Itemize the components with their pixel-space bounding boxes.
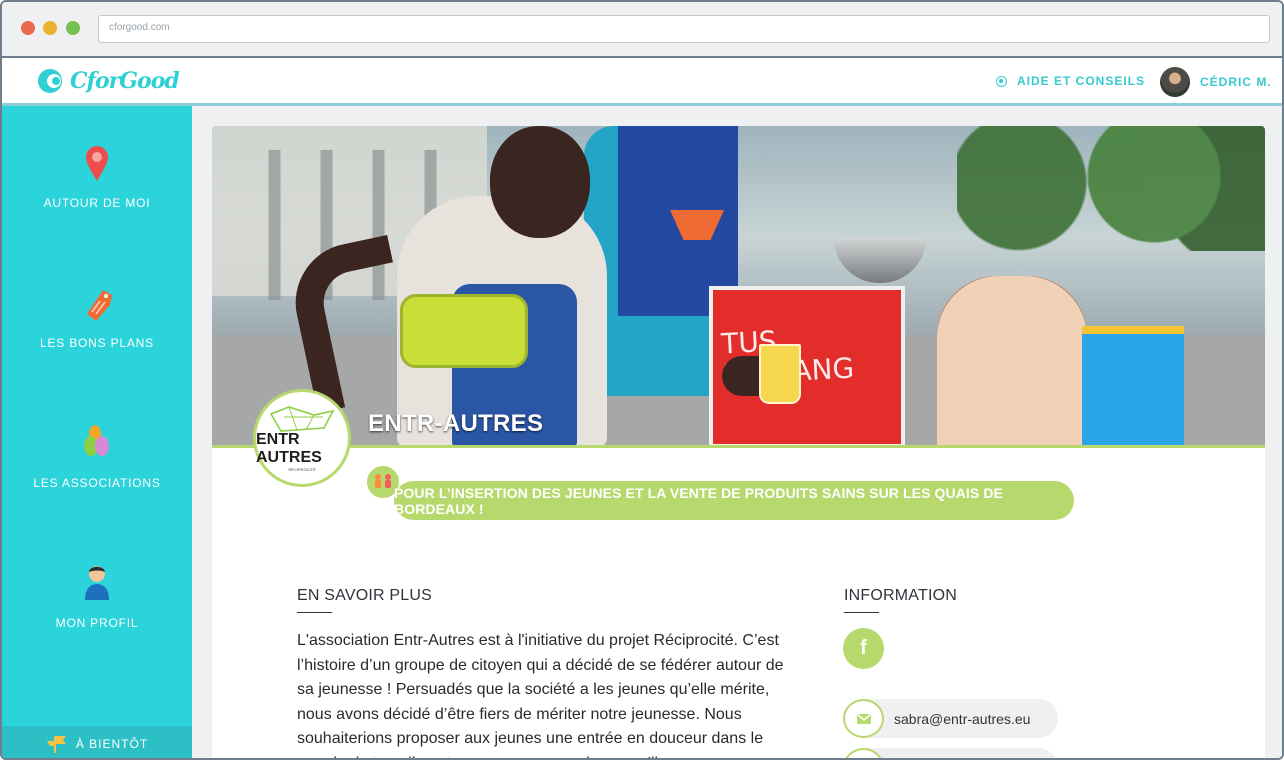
sidebar-item-label: MON PROFIL <box>55 616 139 630</box>
close-window-button[interactable] <box>21 21 35 35</box>
metal-bowl <box>834 238 926 283</box>
cforgood-c-icon <box>38 69 62 93</box>
email-contact[interactable]: sabra@entr-autres.eu <box>843 699 1058 738</box>
minimize-window-button[interactable] <box>43 21 57 35</box>
price-tag-icon <box>87 290 112 321</box>
main-content: TUS D'ORANG ENTR-AUTRES ENTR AUTRES RÉCI… <box>192 106 1282 758</box>
about-section-title: EN SAVOIR PLUS <box>297 587 432 613</box>
association-hero-image: TUS D'ORANG ENTR-AUTRES <box>212 126 1265 448</box>
user-profile-menu[interactable]: CÉDRIC M. <box>1160 67 1272 97</box>
sidebar: AUTOUR DE MOI LES BONS PLANS LES ASSOCIA… <box>2 106 192 758</box>
background-trees <box>957 126 1265 251</box>
sidebar-item-les-bons-plans[interactable]: LES BONS PLANS <box>2 284 192 350</box>
association-logo-name: ENTR AUTRES <box>256 430 322 466</box>
cforgood-logo[interactable]: CforGood <box>36 67 180 95</box>
email-address: sabra@entr-autres.eu <box>894 710 1031 727</box>
user-name: CÉDRIC M. <box>1200 75 1272 89</box>
location-pin-icon <box>86 146 108 181</box>
sidebar-item-autour-de-moi[interactable]: AUTOUR DE MOI <box>2 144 192 210</box>
association-description: L'association Entr-Autres est à l'initia… <box>297 632 784 758</box>
information-section-title: INFORMATION <box>844 587 958 613</box>
top-navigation-bar: CforGood AIDE ET CONSEILS CÉDRIC M. <box>2 58 1282 106</box>
help-label: AIDE ET CONSEILS <box>1017 74 1146 88</box>
maximize-window-button[interactable] <box>66 21 80 35</box>
paper-boat-icon <box>269 405 335 432</box>
help-link[interactable]: AIDE ET CONSEILS <box>996 74 1145 88</box>
girl-figure <box>937 276 1087 445</box>
phone-contact[interactable] <box>843 748 1058 758</box>
sidebar-item-label: AUTOUR DE MOI <box>43 196 151 210</box>
phone-icon <box>843 748 884 758</box>
association-tagline: POUR L’INSERTION DES JEUNES ET LA VENTE … <box>394 481 1074 520</box>
facebook-link[interactable]: f <box>843 628 884 669</box>
vendor-head <box>490 126 590 238</box>
avatar <box>1160 67 1190 97</box>
association-title: ENTR-AUTRES <box>368 410 544 437</box>
address-bar[interactable]: cforgood.com <box>98 15 1270 43</box>
user-profile-icon <box>85 566 109 600</box>
logo-text: CforGood <box>70 68 180 94</box>
mail-icon <box>843 699 884 738</box>
signpost-icon <box>46 736 66 753</box>
orange-juice-cup <box>759 344 801 404</box>
sidebar-item-les-associations[interactable]: LES ASSOCIATIONS <box>2 424 192 490</box>
help-icon <box>996 75 1007 87</box>
association-logo: ENTR AUTRES RÉCIPROCITÉ <box>253 389 351 487</box>
association-logo-subtitle: RÉCIPROCITÉ <box>288 466 316 472</box>
hands-icon <box>84 425 109 456</box>
green-bag <box>400 294 528 368</box>
association-card: TUS D'ORANG ENTR-AUTRES ENTR AUTRES RÉCI… <box>212 126 1265 758</box>
a-bientot-button[interactable]: À BIENTÔT <box>2 726 192 758</box>
browser-window: cforgood.com CforGood AIDE ET CONSEILS C… <box>0 0 1284 760</box>
sidebar-item-label: LES ASSOCIATIONS <box>33 476 161 490</box>
sidebar-item-mon-profil[interactable]: MON PROFIL <box>2 564 192 630</box>
a-bientot-label: À BIENTÔT <box>75 737 149 751</box>
blue-cart <box>1082 326 1184 445</box>
sidebar-item-label: LES BONS PLANS <box>40 336 154 350</box>
browser-chrome: cforgood.com <box>2 2 1282 58</box>
